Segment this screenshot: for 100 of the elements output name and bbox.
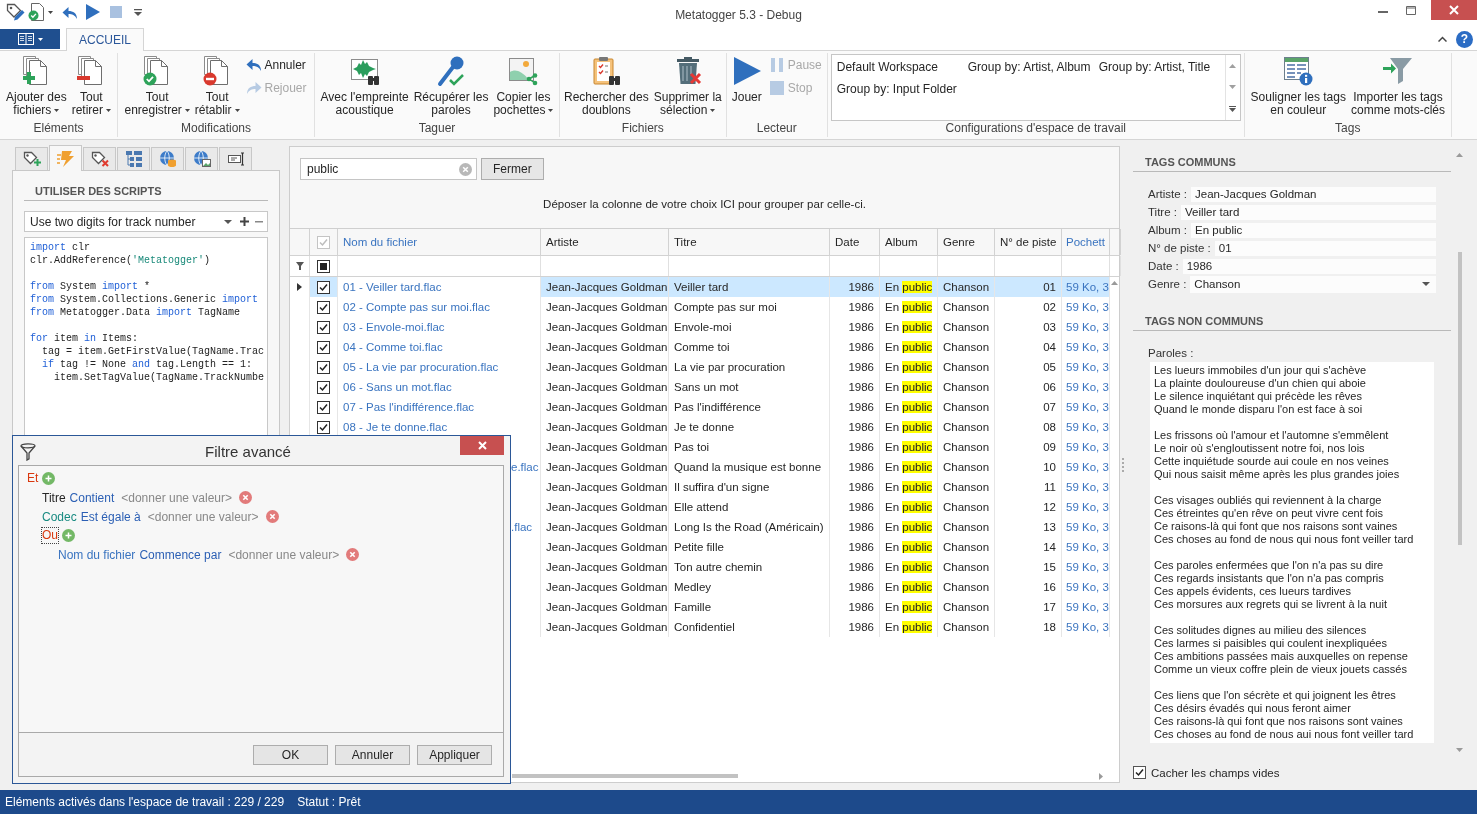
checkbox-label[interactable]: Cacher les champs vides bbox=[1151, 766, 1280, 779]
checkbox[interactable] bbox=[317, 300, 330, 314]
panel-tab[interactable] bbox=[15, 147, 48, 170]
tag-pen-icon[interactable] bbox=[6, 3, 25, 21]
file-menu-button[interactable] bbox=[0, 29, 60, 49]
column-header[interactable]: Nom du fichier bbox=[338, 229, 541, 255]
table-cell: 59 Ko, 3 bbox=[1062, 557, 1110, 577]
gallery-item[interactable]: Group by: Artist, Album bbox=[962, 56, 1094, 78]
table-cell: 1986 bbox=[830, 537, 880, 557]
checkbox[interactable] bbox=[1133, 766, 1146, 779]
search-field[interactable]: public bbox=[300, 158, 477, 180]
delete-condition-icon[interactable] bbox=[346, 548, 360, 561]
field-link[interactable]: Titre bbox=[42, 490, 66, 505]
dialog-button[interactable]: Annuler bbox=[335, 744, 410, 765]
scroll-down-icon[interactable] bbox=[1456, 748, 1463, 752]
gallery-item[interactable]: Default Workspace bbox=[831, 56, 963, 78]
checkbox[interactable] bbox=[317, 320, 330, 334]
ribbon-button[interactable]: Avec l'empreinte acoustique bbox=[318, 54, 411, 119]
text-field[interactable]: Jean-Jacques Goldman bbox=[1191, 186, 1436, 202]
ribbon-button[interactable]: Annuler bbox=[242, 55, 310, 75]
column-header[interactable]: Artiste bbox=[541, 229, 669, 255]
text-field[interactable]: 1986 bbox=[1182, 258, 1436, 274]
scroll-up-icon[interactable] bbox=[1229, 63, 1237, 68]
scrollbar-thumb[interactable] bbox=[512, 774, 738, 778]
checkbox[interactable] bbox=[317, 380, 330, 394]
close-button[interactable] bbox=[460, 436, 504, 455]
text-field[interactable]: 01 bbox=[1214, 240, 1436, 256]
ribbon-button[interactable]: Ajouter des fichiers bbox=[3, 54, 69, 119]
column-header[interactable]: Pochett bbox=[1062, 229, 1110, 255]
checkbox[interactable] bbox=[317, 420, 330, 434]
scroll-down-icon[interactable] bbox=[1229, 84, 1237, 89]
column-header[interactable]: Titre bbox=[669, 229, 830, 255]
column-header[interactable]: N° de piste bbox=[995, 229, 1062, 255]
delete-condition-icon[interactable] bbox=[239, 491, 253, 504]
script-dropdown[interactable]: Use two digits for track number bbox=[24, 211, 268, 232]
scroll-up-icon[interactable] bbox=[1111, 281, 1118, 285]
panel-tab[interactable] bbox=[219, 147, 252, 170]
table-cell: 1986 bbox=[830, 417, 880, 437]
panel-tab[interactable] bbox=[185, 147, 218, 170]
customize-caret-icon[interactable] bbox=[134, 8, 142, 16]
ribbon-button[interactable]: Tout enregistrer bbox=[122, 54, 192, 119]
field-link[interactable]: Codec bbox=[42, 509, 77, 524]
ribbon-button[interactable]: Rechercher des doublons bbox=[562, 54, 651, 119]
checkbox[interactable] bbox=[317, 280, 330, 294]
checkbox[interactable] bbox=[317, 340, 330, 354]
expand-gallery-icon[interactable] bbox=[1229, 105, 1237, 112]
play-icon[interactable] bbox=[86, 4, 100, 20]
checkbox[interactable] bbox=[317, 360, 330, 374]
delete-condition-icon[interactable] bbox=[265, 510, 279, 523]
ribbon-button[interactable]: Récupérer les paroles bbox=[411, 54, 491, 119]
caret-icon[interactable] bbox=[48, 10, 53, 14]
checkbox[interactable] bbox=[317, 259, 330, 273]
clear-icon[interactable] bbox=[459, 162, 472, 176]
collapse-ribbon-icon[interactable] bbox=[1438, 36, 1447, 42]
stop-icon bbox=[768, 80, 785, 96]
scroll-up-icon[interactable] bbox=[1456, 153, 1463, 157]
ribbon-button[interactable]: Tout retirer bbox=[69, 54, 113, 119]
ribbon-button[interactable]: Supprimer la sélection bbox=[651, 54, 724, 119]
ribbon-button[interactable]: Souligner les tags en couleur bbox=[1248, 54, 1348, 119]
gallery-item[interactable]: Group by: Input Folder bbox=[831, 78, 963, 100]
help-button[interactable]: ? bbox=[1456, 30, 1473, 48]
operator-link[interactable]: Contient bbox=[69, 490, 115, 505]
column-header[interactable]: Date bbox=[830, 229, 880, 255]
add-icon[interactable] bbox=[240, 217, 249, 226]
scroll-right-icon[interactable] bbox=[1099, 772, 1103, 780]
group-operator-link[interactable]: Ou bbox=[42, 528, 58, 543]
text-field[interactable]: En public bbox=[1191, 222, 1436, 238]
table-cell: Confidentiel bbox=[669, 617, 830, 637]
document-check-icon[interactable] bbox=[28, 3, 44, 21]
close-search-button[interactable]: Fermer bbox=[481, 158, 544, 180]
splitter-grip-icon[interactable] bbox=[1121, 458, 1124, 472]
scrollbar-thumb[interactable] bbox=[1457, 252, 1462, 545]
undo-icon[interactable] bbox=[62, 4, 78, 20]
dialog-button[interactable]: OK bbox=[253, 744, 328, 765]
remove-icon[interactable] bbox=[255, 220, 263, 223]
close-button[interactable] bbox=[1431, 0, 1477, 20]
column-header[interactable]: Genre bbox=[938, 229, 995, 255]
ribbon-button[interactable]: Copier les pochettes bbox=[491, 54, 556, 119]
table-cell: En public bbox=[880, 357, 938, 377]
table-cell: 1986 bbox=[830, 517, 880, 537]
gallery-item[interactable]: Group by: Artist, Title bbox=[1093, 56, 1225, 78]
operator-link[interactable]: Commence par bbox=[139, 547, 222, 562]
ribbon-button[interactable]: Importer les tags comme mots-clés bbox=[1348, 54, 1447, 119]
panel-tab[interactable] bbox=[83, 147, 116, 170]
ribbon-button[interactable]: Tout rétablir bbox=[192, 54, 242, 119]
ribbon-button[interactable]: Jouer bbox=[728, 54, 765, 106]
panel-tab[interactable] bbox=[151, 147, 184, 170]
group-operator-link[interactable]: Et bbox=[27, 471, 39, 486]
lyrics-field[interactable]: Les lueurs immobiles d'un jour qui s'achève La plainte douloureuse d'un chien qui aboie Le silence inquiétant qui précède les rêves Quand le monde disparu l'on est face à soi Les frissons où l'amour et l'automne s'emmêlent Le noir où s'engloutissent notre foi, nos lois Cette inquiétude sourde aui coule en nos veines Qui nous saisit même après les plus grandes joies Ces visages oubliés qui reviennent à la charge Ces étreintes qu'en rêve on peut vivre cent fois Ce raisons-là qui font que nos raisons sont vaines Ces choses au fond de nous qui nous font veiller tard Ces paroles enfermées que l'on n'a pas su dire Ces regards insistants que l'on n'a pas compris Ces appels évidents, ces lueurs tardives Ces morsures aux regrets qui se livrent à la nuit Ces solitudes dignes au milieu des silences Ces larmes si paisibles qui coulent inexpliquées Ces ambitions passées mais auxquelles on repense Comme un vieux coffre plein de vieux jouets cassés Ces liens que l'on sécrète et qui joignent les êtres Ces désirs évadés qui nous feront aimer Ces raisons-là qui font que nos raisons sont vaines Ces choses au fond de nous aui nous font veiller tard bbox=[1150, 362, 1434, 743]
column-header[interactable]: Album bbox=[880, 229, 938, 255]
dialog-button[interactable]: Appliquer bbox=[417, 744, 492, 765]
dropdown-field[interactable]: Chanson bbox=[1190, 275, 1436, 293]
text-field[interactable]: Veiller tard bbox=[1180, 204, 1436, 220]
panel-tab[interactable] bbox=[117, 147, 150, 170]
ribbon-tab[interactable]: ACCUEIL bbox=[66, 28, 144, 51]
add-condition-icon[interactable] bbox=[42, 472, 56, 485]
checkbox[interactable] bbox=[317, 400, 330, 414]
operator-link[interactable]: Est égale à bbox=[80, 509, 141, 524]
field-link[interactable]: Nom du fichier bbox=[58, 547, 136, 562]
add-condition-icon[interactable] bbox=[62, 529, 75, 542]
